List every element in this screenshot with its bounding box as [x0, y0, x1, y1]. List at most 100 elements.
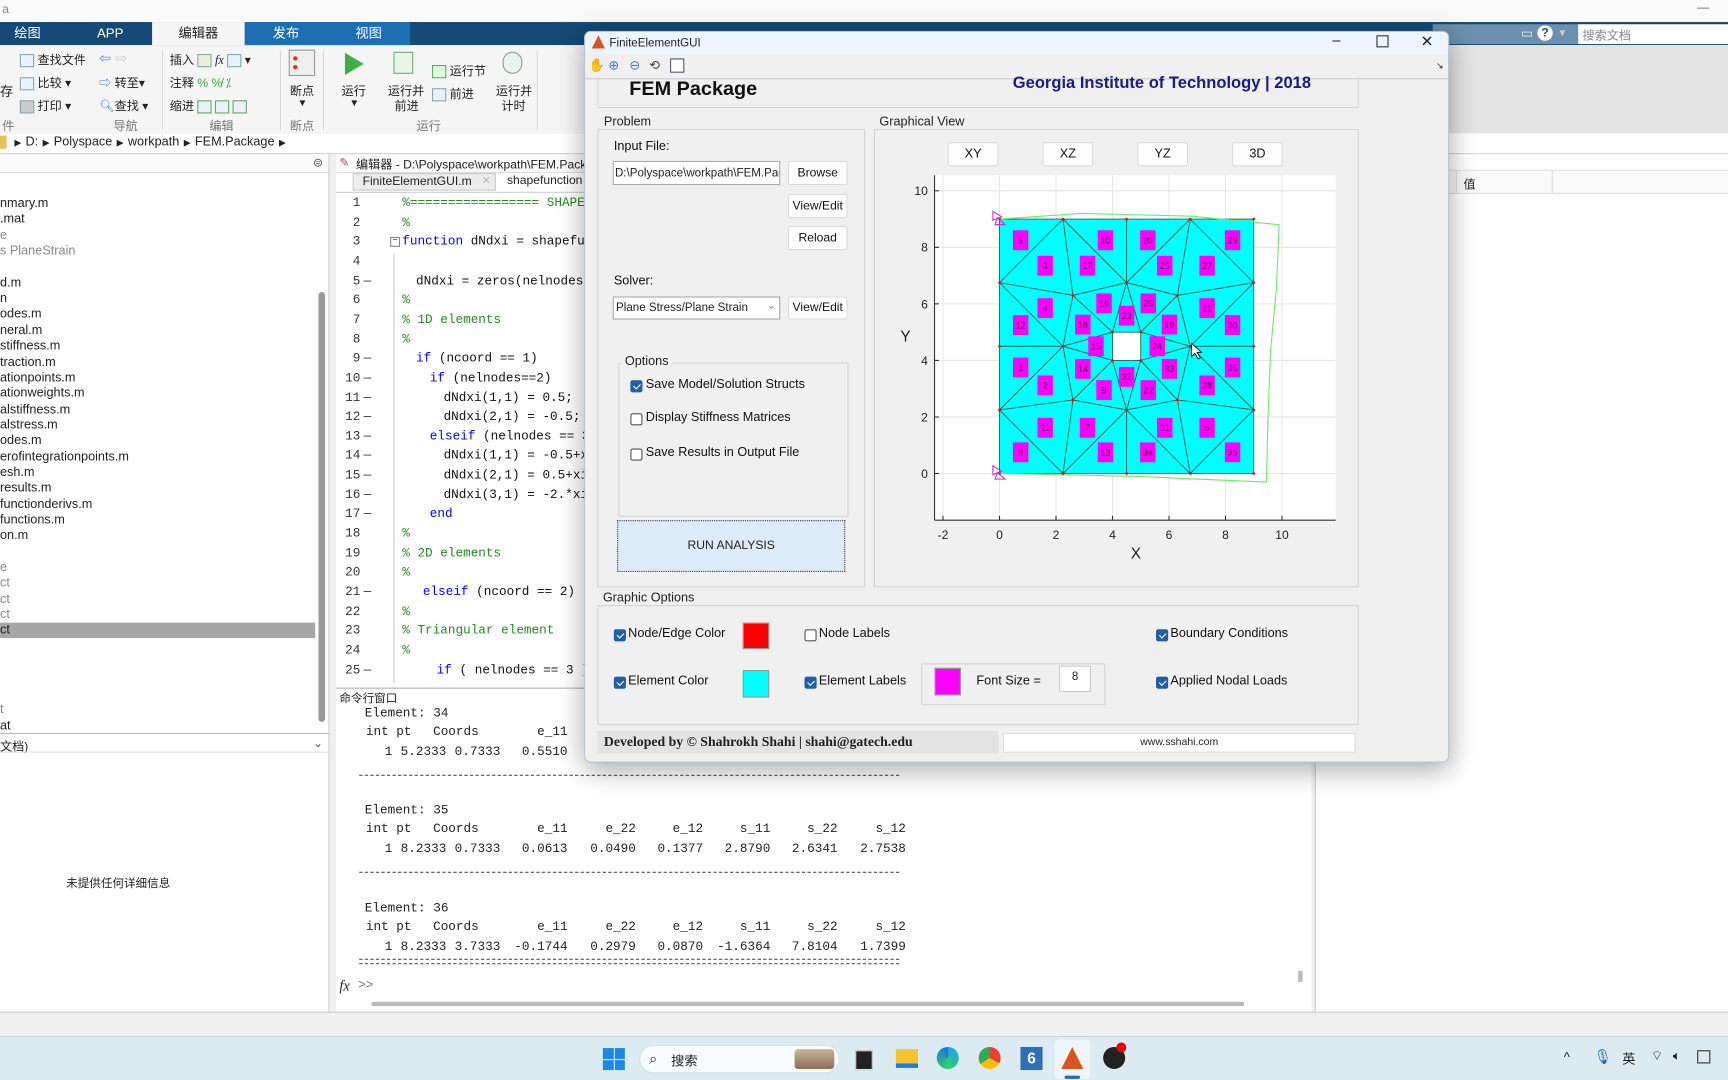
file-list-item[interactable]: alstiffness.m [0, 402, 315, 417]
executable-line-marker[interactable]: — [364, 369, 372, 388]
search-documentation-input[interactable]: 搜索文档 [1578, 24, 1728, 45]
zoom-out-icon[interactable]: ⊖ [629, 57, 640, 72]
chevron-down-icon[interactable]: ▼ [349, 97, 359, 108]
file-list-item[interactable]: .mat [0, 212, 315, 227]
executable-line-marker[interactable]: — [364, 408, 372, 427]
executable-line-marker[interactable]: — [364, 350, 372, 369]
font-size-input[interactable]: 8 [1059, 665, 1092, 693]
element-color-checkbox[interactable] [613, 676, 626, 689]
executable-line-marker[interactable]: — [364, 466, 372, 485]
wifi-icon[interactable]: ⌔ [1651, 1048, 1663, 1065]
node-edge-color-checkbox[interactable] [613, 629, 626, 642]
view-edit-solver-button[interactable]: View/Edit [787, 296, 848, 320]
applied-nodal-loads-checkbox[interactable] [1156, 676, 1169, 689]
file-list-item[interactable]: ct [0, 607, 315, 622]
view-button-3d[interactable]: 3D [1232, 142, 1283, 167]
close-button[interactable]: ✕ [1421, 32, 1434, 51]
goto-button[interactable]: ⇨ 转至▾ [99, 74, 145, 92]
edge-icon[interactable] [936, 1046, 959, 1069]
help-icon[interactable]: ? [1537, 25, 1553, 41]
file-list-item[interactable]: alstress.m [0, 418, 315, 433]
chevron-down-icon[interactable]: ⌄ [313, 736, 323, 750]
minimize-button[interactable]: — [1697, 1, 1709, 14]
file-list-item[interactable]: odes.m [0, 433, 315, 448]
breadcrumb-item[interactable]: FEM.Package [195, 136, 275, 149]
run-analysis-button[interactable]: RUN ANALYSIS [617, 520, 846, 572]
horizontal-scrollbar[interactable] [371, 1001, 1245, 1007]
ribbon-tab[interactable]: 视图 [327, 22, 410, 45]
run-and-time-icon[interactable] [502, 51, 523, 74]
node-edge-color-swatch[interactable] [742, 622, 770, 650]
breadcrumb-item[interactable]: D: [26, 136, 39, 149]
microphone-icon[interactable]: 🎙︎ [1594, 1048, 1612, 1066]
find-files-button[interactable]: 查找文件 [19, 51, 86, 69]
executable-line-marker[interactable]: — [364, 388, 372, 407]
browse-button[interactable]: Browse [787, 160, 848, 186]
chevron-up-icon[interactable]: ^ [1564, 1049, 1570, 1064]
view-button-xz[interactable]: XZ [1042, 142, 1094, 167]
input-file-field[interactable]: D:\Polyspace\workpath\FEM.Pack [612, 160, 781, 186]
battery-icon[interactable] [1697, 1050, 1711, 1064]
file-explorer-icon[interactable] [895, 1049, 918, 1068]
column-header-value[interactable]: 值 [1464, 175, 1476, 193]
ribbon-tab[interactable]: APP [83, 22, 138, 45]
windows-start-icon[interactable] [602, 1048, 625, 1071]
boundary-conditions-checkbox[interactable] [1156, 629, 1169, 642]
file-list-item[interactable]: odes.m [0, 307, 315, 322]
file-list-item[interactable]: ct [0, 592, 315, 607]
minimize-button[interactable]: – [1332, 32, 1340, 49]
volume-icon[interactable]: 🔈︎ [1673, 1048, 1681, 1065]
option-checkbox[interactable] [630, 413, 643, 426]
option-checkbox[interactable] [630, 380, 643, 393]
vertical-scrollbar[interactable] [1298, 970, 1303, 982]
element-labels-checkbox[interactable] [804, 676, 817, 689]
fold-toggle-icon[interactable]: − [390, 237, 401, 248]
breadcrumb-item[interactable]: Polyspace [54, 136, 112, 149]
zoom-in-icon[interactable]: ⊕ [608, 57, 619, 72]
node-labels-checkbox[interactable] [804, 629, 817, 642]
window-icon[interactable]: ▭ [1521, 25, 1534, 40]
chrome-icon[interactable] [978, 1046, 1001, 1069]
find-button[interactable]: 🔍︎查找 ▾ [99, 97, 148, 115]
advance-button[interactable]: 前进 [431, 85, 474, 103]
website-link[interactable]: www.sshahi.com [1002, 732, 1356, 753]
file-list-item[interactable]: stiffness.m [0, 338, 315, 353]
command-prompt[interactable]: >> [358, 979, 373, 993]
solver-select[interactable]: Plane Stress/Plane Strain ⌄ [612, 296, 781, 320]
scrollbar[interactable] [318, 292, 326, 722]
panel-menu-icon[interactable]: ⊜ [313, 155, 323, 169]
expand-icon[interactable]: ▾ [1559, 25, 1565, 39]
option-checkbox[interactable] [630, 448, 643, 461]
print-button[interactable]: 打印 ▾ [19, 97, 71, 115]
view-button-xy[interactable]: XY [947, 142, 999, 167]
taskbar-search[interactable]: ⌕ 搜索 [639, 1044, 840, 1074]
ribbon-tab[interactable]: 发布 [245, 22, 328, 45]
mesh-plot-axes[interactable]: -2 0 2 4 6 8 10 0 2 4 6 8 10 5 3 17 10 20 25 27 29 4 12 16 18 23 2… [914, 175, 1336, 542]
editor-tab[interactable]: FiniteElementGUI.m ✕ [352, 173, 496, 191]
file-list-item[interactable] [0, 544, 315, 559]
back-forward-icons[interactable]: ⇦ ⇨ [99, 50, 127, 68]
pan-icon[interactable]: ✋ [588, 57, 604, 72]
breakpoints-icon[interactable] [288, 49, 316, 77]
file-list-item[interactable]: functions.m [0, 512, 315, 527]
executable-line-marker[interactable]: — [364, 486, 372, 505]
file-list-item[interactable]: s PlaneStrain [0, 244, 315, 259]
file-list-item[interactable]: esh.m [0, 465, 315, 480]
file-list-item[interactable]: d.m [0, 275, 315, 290]
breadcrumb-item[interactable]: workpath [128, 136, 179, 149]
file-list-item[interactable]: erofintegrationpoints.m [0, 449, 315, 464]
matlab-taskbar-button[interactable] [1054, 1039, 1090, 1079]
executable-line-marker[interactable]: — [364, 583, 372, 602]
close-tab-icon[interactable]: ✕ [482, 175, 491, 187]
file-list-item[interactable] [0, 671, 315, 686]
comment-row[interactable]: 注释 % %̸ ⁒ [170, 74, 231, 92]
file-list-item[interactable]: ationweights.m [0, 386, 315, 401]
rotate-icon[interactable]: ⟲ [649, 57, 660, 72]
view-button-yz[interactable]: YZ [1137, 142, 1188, 167]
reload-button[interactable]: Reload [787, 225, 848, 251]
file-list-item[interactable]: ct [0, 623, 316, 639]
insert-row[interactable]: 插入 fx ▾ [170, 51, 251, 69]
file-list-item[interactable] [0, 259, 315, 274]
view-edit-input-button[interactable]: View/Edit [787, 193, 848, 219]
file-list-item[interactable]: results.m [0, 481, 315, 496]
